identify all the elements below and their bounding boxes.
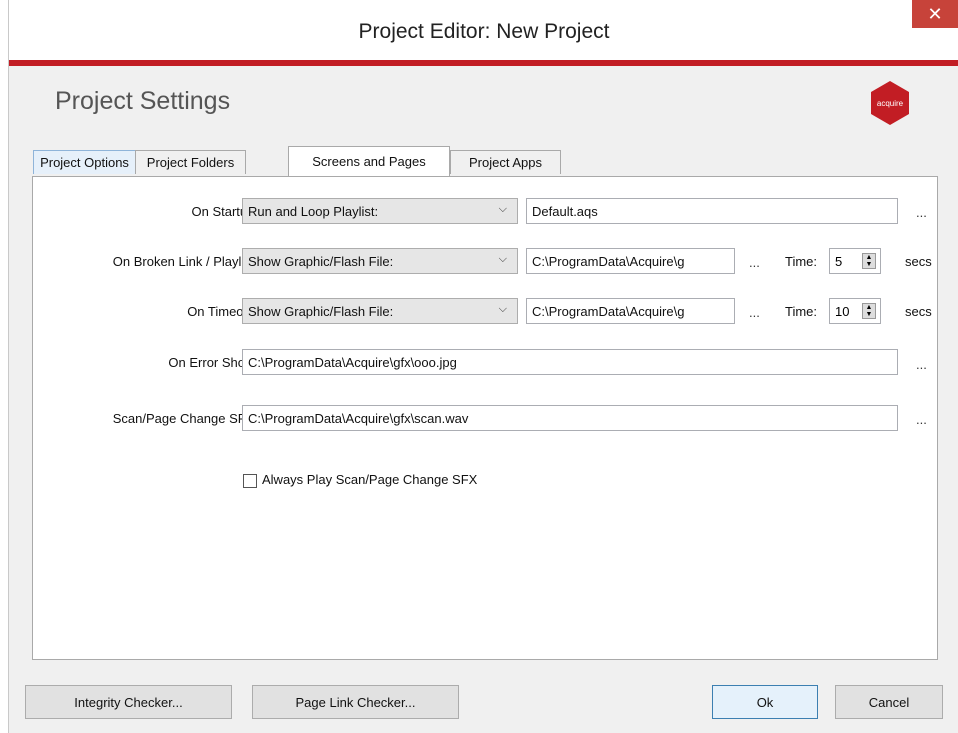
on-timeout-time-spinner[interactable]: 10 ▲ ▼ [829,298,881,324]
on-timeout-browse-button[interactable]: ... [749,305,760,320]
chevron-down-icon: ⌵ [498,253,507,265]
always-play-checkbox[interactable] [243,474,257,488]
on-timeout-combo-value: Show Graphic/Flash File: [248,303,394,319]
tab-project-folders[interactable]: Project Folders [135,150,246,174]
window-title: Project Editor: New Project [358,20,610,43]
on-broken-link-file-field[interactable]: C:\ProgramData\Acquire\g [526,248,735,274]
page-title: Project Settings [55,87,231,115]
tab-project-apps[interactable]: Project Apps [450,150,561,174]
on-broken-link-secs-label: secs [905,254,932,269]
on-error-show-field[interactable]: C:\ProgramData\Acquire\gfx\ooo.jpg [242,349,898,375]
cancel-button[interactable]: Cancel [835,685,943,719]
on-timeout-combo[interactable]: Show Graphic/Flash File: ⌵ [242,298,518,324]
tab-project-options[interactable]: Project Options [33,150,136,174]
on-broken-link-time-value: 5 [835,254,843,269]
page-link-checker-button[interactable]: Page Link Checker... [252,685,459,719]
ok-button[interactable]: Ok [712,685,818,719]
scan-sfx-label: Scan/Page Change SFX: [112,411,258,426]
close-button[interactable]: ✕ [912,0,958,28]
logo-text: acquire [877,99,904,108]
on-startup-browse-button[interactable]: ... [916,205,927,220]
chevron-down-icon: ⌵ [498,203,507,215]
on-broken-link-time-spinner[interactable]: 5 ▲ ▼ [829,248,881,274]
on-broken-link-time-label: Time: [785,254,818,269]
on-broken-link-browse-button[interactable]: ... [749,255,760,270]
title-bar: Project Editor: New Project ✕ [9,0,958,60]
on-timeout-secs-label: secs [905,304,932,319]
integrity-checker-button[interactable]: Integrity Checker... [25,685,232,719]
project-editor-window: Project Editor: New Project ✕ Project Se… [8,0,958,733]
on-timeout-time-label: Time: [785,304,818,319]
tab-screens-and-pages[interactable]: Screens and Pages [288,146,450,176]
button-bar: Integrity Checker... Page Link Checker..… [9,670,958,733]
on-broken-link-combo[interactable]: Show Graphic/Flash File: ⌵ [242,248,518,274]
on-timeout-time-value: 10 [835,304,850,319]
scan-sfx-field[interactable]: C:\ProgramData\Acquire\gfx\scan.wav [242,405,898,431]
spin-updown-icon[interactable]: ▲ ▼ [862,303,876,319]
on-error-show-browse-button[interactable]: ... [916,357,927,372]
on-timeout-file-field[interactable]: C:\ProgramData\Acquire\g [526,298,735,324]
spin-updown-icon[interactable]: ▲ ▼ [862,253,876,269]
on-broken-link-label: On Broken Link / Playlist: [112,254,258,269]
chevron-down-icon: ⌵ [498,303,507,315]
on-startup-combo[interactable]: Run and Loop Playlist: ⌵ [242,198,518,224]
settings-header: Project Settings acquire [9,66,958,136]
acquire-logo: acquire [871,81,909,125]
scan-sfx-browse-button[interactable]: ... [916,412,927,427]
on-startup-combo-value: Run and Loop Playlist: [248,203,379,219]
on-broken-link-combo-value: Show Graphic/Flash File: [248,253,394,269]
close-icon: ✕ [927,3,943,24]
tab-panel-screens-and-pages: On Startup: Run and Loop Playlist: ⌵ Def… [32,176,938,660]
on-startup-playlist-field[interactable]: Default.aqs [526,198,898,224]
always-play-label[interactable]: Always Play Scan/Page Change SFX [262,472,477,487]
